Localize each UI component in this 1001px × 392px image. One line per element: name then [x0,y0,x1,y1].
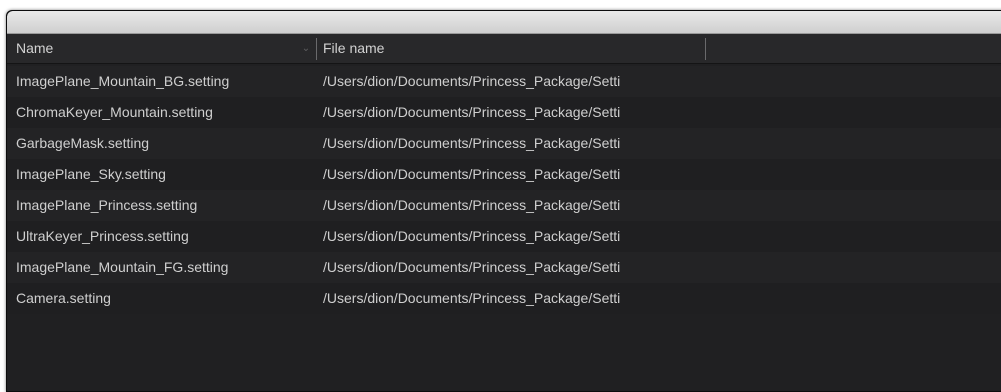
table-row[interactable]: ChromaKeyer_Mountain.setting /Users/dion… [7,97,1001,128]
table-row[interactable]: Camera.setting /Users/dion/Documents/Pri… [7,283,1001,314]
table-header: Name ⌄ File name [7,34,1001,64]
row-file-name: /Users/dion/Documents/Princess_Package/S… [323,197,621,213]
row-name: ChromaKeyer_Mountain.setting [16,104,213,120]
row-name: ImagePlane_Mountain_BG.setting [16,73,230,89]
table-row[interactable]: ImagePlane_Princess.setting /Users/dion/… [7,190,1001,221]
window-title-bar[interactable] [7,11,1001,34]
file-list: ImagePlane_Mountain_BG.setting /Users/di… [7,64,1001,314]
row-name: ImagePlane_Sky.setting [16,166,166,182]
table-row[interactable]: ImagePlane_Mountain_FG.setting /Users/di… [7,252,1001,283]
row-name: UltraKeyer_Princess.setting [16,228,189,244]
row-name: ImagePlane_Princess.setting [16,197,198,213]
table-row[interactable]: UltraKeyer_Princess.setting /Users/dion/… [7,221,1001,252]
row-file-name: /Users/dion/Documents/Princess_Package/S… [323,73,621,89]
table-row[interactable]: GarbageMask.setting /Users/dion/Document… [7,128,1001,159]
file-list-window: Name ⌄ File name ImagePlane_Mountain_BG.… [6,10,1001,392]
table-row[interactable]: ImagePlane_Sky.setting /Users/dion/Docum… [7,159,1001,190]
row-file-name: /Users/dion/Documents/Princess_Package/S… [323,166,621,182]
row-file-name: /Users/dion/Documents/Princess_Package/S… [323,135,621,151]
column-header-empty[interactable] [705,38,1001,60]
chevron-down-icon[interactable]: ⌄ [299,34,313,63]
column-header-file-name[interactable]: File name [316,38,705,60]
row-name: ImagePlane_Mountain_FG.setting [16,259,229,275]
row-file-name: /Users/dion/Documents/Princess_Package/S… [323,290,621,306]
row-name: Camera.setting [16,290,111,306]
row-file-name: /Users/dion/Documents/Princess_Package/S… [323,104,621,120]
row-file-name: /Users/dion/Documents/Princess_Package/S… [323,259,621,275]
row-file-name: /Users/dion/Documents/Princess_Package/S… [323,228,621,244]
row-name: GarbageMask.setting [16,135,150,151]
table-row[interactable]: ImagePlane_Mountain_BG.setting /Users/di… [7,66,1001,97]
column-header-name[interactable]: Name [7,34,316,63]
